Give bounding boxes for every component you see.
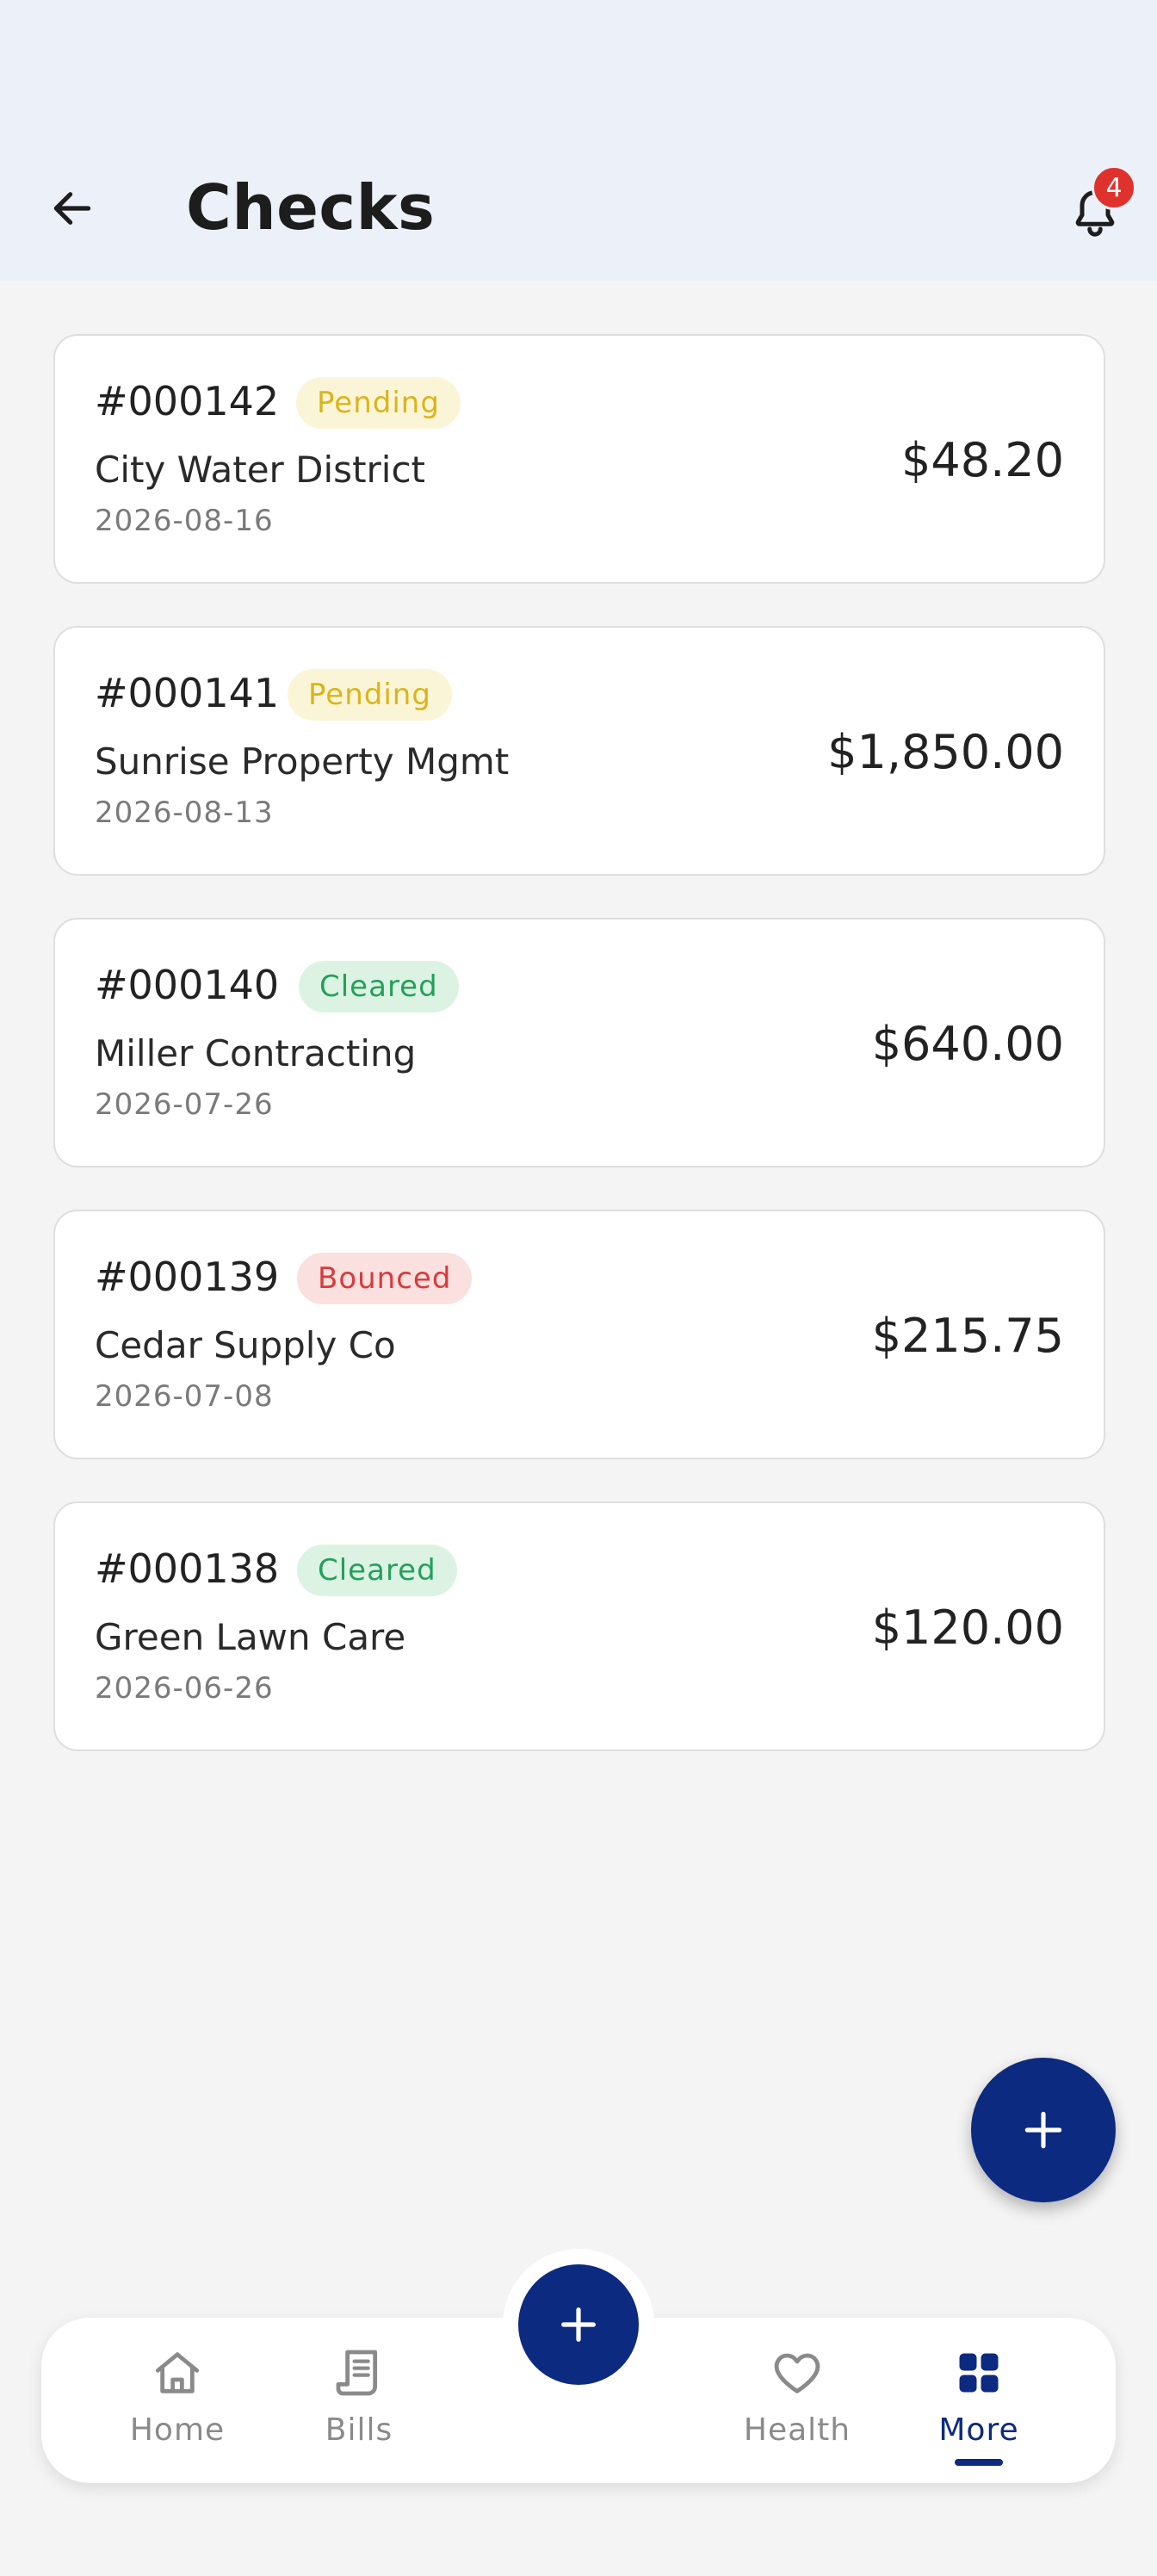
plus-icon — [1024, 2111, 1062, 2149]
check-number: #000141 — [95, 670, 280, 716]
status-badge: Bounced — [297, 1253, 473, 1304]
check-card[interactable]: #000140 Cleared Miller Contracting 2026-… — [53, 918, 1105, 1167]
back-button[interactable] — [41, 177, 103, 239]
nav-label: More — [938, 2412, 1019, 2448]
check-amount: $48.20 — [901, 433, 1064, 487]
nav-label: Bills — [325, 2412, 393, 2448]
status-badge: Pending — [296, 377, 461, 429]
check-card[interactable]: #000138 Cleared Green Lawn Care 2026-06-… — [53, 1502, 1105, 1751]
check-date: 2026-08-13 — [95, 796, 274, 830]
check-amount: $215.75 — [871, 1309, 1064, 1363]
check-number: #000138 — [95, 1545, 280, 1592]
check-date: 2026-07-08 — [95, 1379, 274, 1414]
check-card[interactable]: #000142 Pending City Water District 2026… — [53, 334, 1105, 584]
nav-item-more[interactable]: More — [897, 2318, 1061, 2483]
check-payee: Cedar Supply Co — [95, 1324, 396, 1366]
check-payee: City Water District — [95, 449, 426, 491]
center-add-button[interactable] — [518, 2264, 639, 2385]
nav-item-health[interactable]: Health — [715, 2318, 879, 2483]
check-number: #000142 — [95, 378, 280, 424]
add-check-fab[interactable] — [971, 2058, 1116, 2202]
active-nav-indicator — [955, 2459, 1003, 2466]
notification-count-badge: 4 — [1092, 165, 1136, 210]
check-date: 2026-06-26 — [95, 1671, 274, 1706]
status-badge: Pending — [288, 669, 452, 721]
nav-item-bills[interactable]: Bills — [277, 2318, 441, 2483]
check-number: #000139 — [95, 1254, 280, 1300]
check-payee: Green Lawn Care — [95, 1616, 406, 1658]
status-badge: Cleared — [297, 1545, 457, 1596]
check-amount: $1,850.00 — [827, 725, 1064, 779]
check-card[interactable]: #000139 Bounced Cedar Supply Co 2026-07-… — [53, 1210, 1105, 1459]
check-payee: Sunrise Property Mgmt — [95, 740, 510, 783]
checks-screen: Checks 4 #000142 Pending City Water Dist… — [0, 0, 1157, 2576]
status-badge: Cleared — [299, 961, 459, 1012]
check-number: #000140 — [95, 962, 280, 1008]
check-date: 2026-08-16 — [95, 504, 274, 538]
app-header: Checks 4 — [0, 0, 1157, 281]
check-amount: $120.00 — [871, 1601, 1064, 1655]
arrow-left-icon — [53, 192, 91, 225]
nav-label: Health — [743, 2412, 851, 2448]
check-date: 2026-07-26 — [95, 1087, 274, 1122]
check-amount: $640.00 — [871, 1017, 1064, 1071]
check-card[interactable]: #000141 Pending Sunrise Property Mgmt 20… — [53, 626, 1105, 876]
page-title: Checks — [186, 171, 436, 244]
grid-icon — [948, 2342, 1010, 2404]
check-payee: Miller Contracting — [95, 1032, 417, 1074]
receipt-icon — [328, 2342, 390, 2404]
nav-label: Home — [129, 2412, 226, 2448]
nav-item-home[interactable]: Home — [96, 2318, 259, 2483]
plus-icon — [561, 2307, 596, 2342]
home-icon — [146, 2342, 208, 2404]
heart-icon — [766, 2342, 828, 2404]
